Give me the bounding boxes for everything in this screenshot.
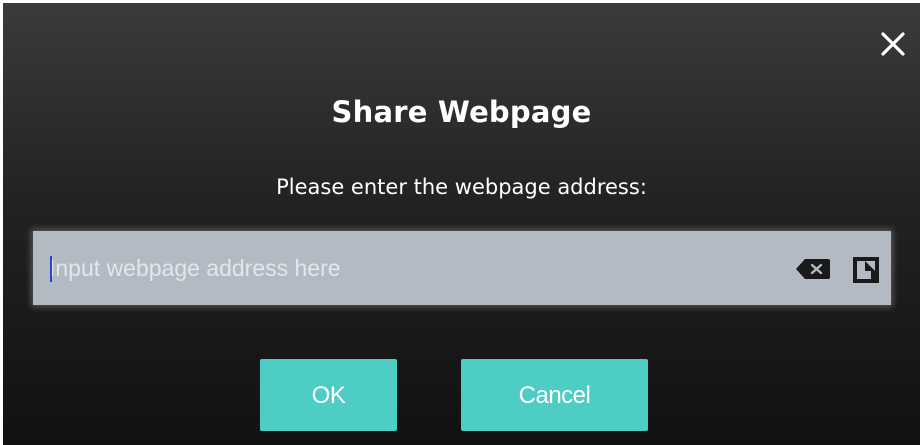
paste-icon: [853, 257, 879, 283]
ok-button[interactable]: OK: [260, 359, 397, 431]
share-webpage-dialog: Share Webpage Please enter the webpage a…: [3, 3, 920, 445]
close-icon: [881, 32, 905, 56]
cancel-button[interactable]: Cancel: [461, 359, 648, 431]
text-caret: [50, 256, 52, 282]
clear-input-button[interactable]: [795, 258, 831, 280]
address-prompt: Please enter the webpage address:: [276, 175, 647, 199]
backspace-clear-icon: [796, 259, 830, 279]
address-input-container: [33, 231, 891, 305]
dialog-title: Share Webpage: [331, 95, 592, 129]
webpage-address-input[interactable]: [49, 231, 769, 305]
close-button[interactable]: [878, 29, 908, 59]
paste-button[interactable]: [851, 255, 881, 285]
